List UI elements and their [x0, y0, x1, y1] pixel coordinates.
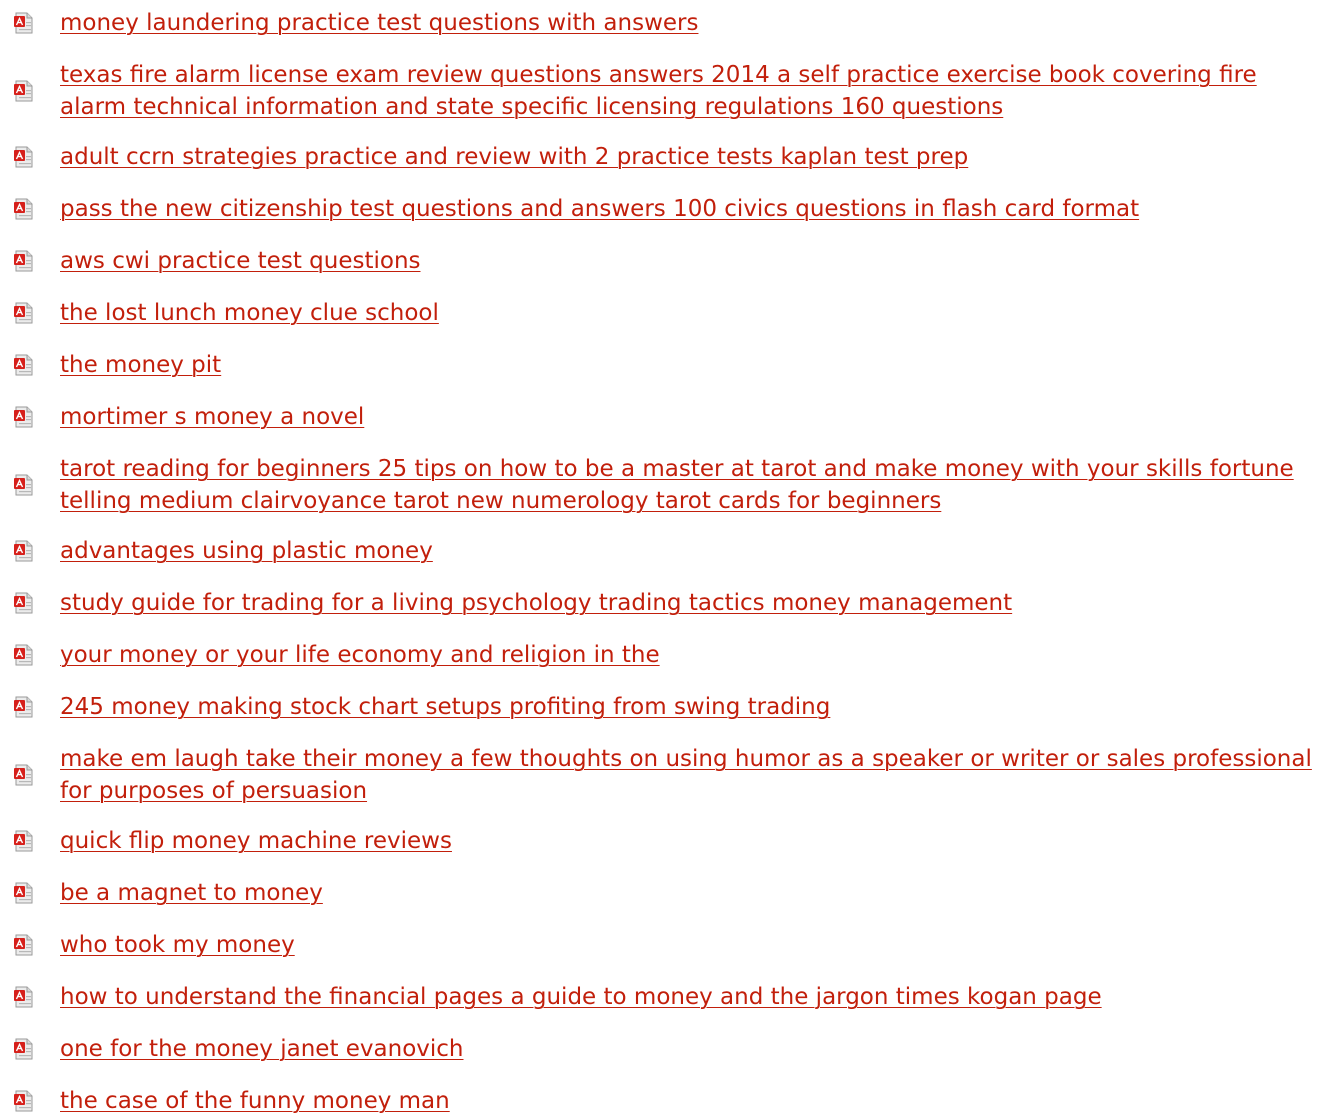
- list-item: money laundering practice test questions…: [0, 7, 1330, 39]
- pdf-link[interactable]: advantages using plastic money: [60, 535, 1322, 567]
- list-item: be a magnet to money: [0, 877, 1330, 909]
- list-item: advantages using plastic money: [0, 535, 1330, 567]
- list-item: mortimer s money a novel: [0, 401, 1330, 433]
- list-item: one for the money janet evanovich: [0, 1033, 1330, 1065]
- pdf-link[interactable]: 245 money making stock chart setups prof…: [60, 691, 1322, 723]
- list-item: pass the new citizenship test questions …: [0, 193, 1330, 225]
- pdf-file-icon: [13, 592, 35, 614]
- pdf-file-icon: [13, 80, 35, 102]
- pdf-link[interactable]: quick flip money machine reviews: [60, 825, 1322, 857]
- pdf-link[interactable]: make em laugh take their money a few tho…: [60, 743, 1322, 807]
- pdf-link[interactable]: aws cwi practice test questions: [60, 245, 1322, 277]
- pdf-link[interactable]: mortimer s money a novel: [60, 401, 1322, 433]
- pdf-file-icon: [13, 302, 35, 324]
- pdf-link[interactable]: who took my money: [60, 929, 1322, 961]
- pdf-file-icon: [13, 12, 35, 34]
- list-item: who took my money: [0, 929, 1330, 961]
- pdf-file-icon: [13, 474, 35, 496]
- pdf-file-icon: [13, 146, 35, 168]
- pdf-link[interactable]: your money or your life economy and reli…: [60, 639, 1322, 671]
- pdf-link[interactable]: tarot reading for beginners 25 tips on h…: [60, 453, 1322, 517]
- list-item: the case of the funny money man: [0, 1085, 1330, 1117]
- pdf-link[interactable]: one for the money janet evanovich: [60, 1033, 1322, 1065]
- pdf-link[interactable]: how to understand the financial pages a …: [60, 981, 1322, 1013]
- pdf-file-icon: [13, 1090, 35, 1112]
- list-item: the lost lunch money clue school: [0, 297, 1330, 329]
- list-item: tarot reading for beginners 25 tips on h…: [0, 453, 1330, 517]
- pdf-file-icon: [13, 1038, 35, 1060]
- pdf-link[interactable]: adult ccrn strategies practice and revie…: [60, 141, 1322, 173]
- list-item: make em laugh take their money a few tho…: [0, 743, 1330, 807]
- list-item: study guide for trading for a living psy…: [0, 587, 1330, 619]
- pdf-file-icon: [13, 934, 35, 956]
- list-item: 245 money making stock chart setups prof…: [0, 691, 1330, 723]
- pdf-link[interactable]: be a magnet to money: [60, 877, 1322, 909]
- pdf-file-icon: [13, 250, 35, 272]
- pdf-file-icon: [13, 540, 35, 562]
- pdf-link[interactable]: the case of the funny money man: [60, 1085, 1322, 1117]
- pdf-file-icon: [13, 830, 35, 852]
- pdf-link[interactable]: texas fire alarm license exam review que…: [60, 59, 1322, 123]
- pdf-file-icon: [13, 882, 35, 904]
- pdf-file-icon: [13, 764, 35, 786]
- pdf-link[interactable]: the lost lunch money clue school: [60, 297, 1322, 329]
- pdf-link[interactable]: the money pit: [60, 349, 1322, 381]
- pdf-file-icon: [13, 644, 35, 666]
- pdf-file-icon: [13, 406, 35, 428]
- pdf-file-icon: [13, 696, 35, 718]
- list-item: the money pit: [0, 349, 1330, 381]
- pdf-file-icon: [13, 198, 35, 220]
- list-item: how to understand the financial pages a …: [0, 981, 1330, 1013]
- list-item: your money or your life economy and reli…: [0, 639, 1330, 671]
- pdf-link[interactable]: pass the new citizenship test questions …: [60, 193, 1322, 225]
- list-item: aws cwi practice test questions: [0, 245, 1330, 277]
- pdf-link[interactable]: study guide for trading for a living psy…: [60, 587, 1322, 619]
- pdf-file-icon: [13, 986, 35, 1008]
- pdf-link[interactable]: money laundering practice test questions…: [60, 7, 1322, 39]
- list-item: quick flip money machine reviews: [0, 825, 1330, 857]
- list-item: texas fire alarm license exam review que…: [0, 59, 1330, 123]
- pdf-file-icon: [13, 354, 35, 376]
- list-item: adult ccrn strategies practice and revie…: [0, 141, 1330, 173]
